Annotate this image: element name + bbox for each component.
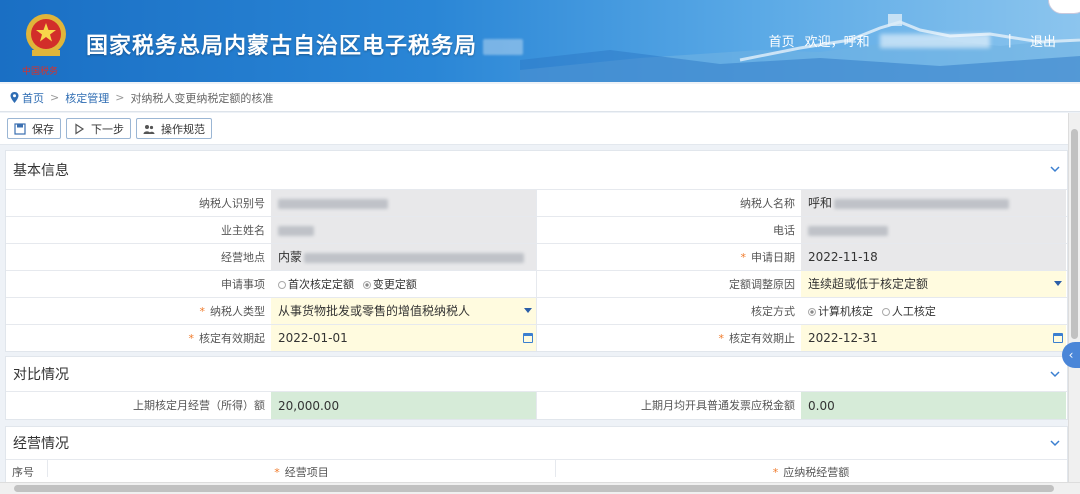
operation-table-header: 序号 * 经营项目 * 应纳税经营额 bbox=[6, 459, 1067, 477]
adjust-reason-select[interactable]: 连续超或低于核定定额 bbox=[801, 271, 1066, 297]
breadcrumb-level1[interactable]: 核定管理 bbox=[65, 90, 109, 106]
users-icon bbox=[143, 124, 155, 134]
basic-info-section: 基本信息 纳税人识别号 纳税人名称 呼和 业主姓名 电话 经营地点 内蒙 * 申请… bbox=[5, 150, 1068, 352]
taxpayer-id-field bbox=[271, 190, 536, 216]
valid-to-label: * 核定有效期止 bbox=[536, 325, 801, 351]
redacted-value bbox=[278, 225, 314, 236]
save-label: 保存 bbox=[32, 122, 54, 136]
prev-amount-field: 20,000.00 bbox=[271, 392, 536, 419]
redacted-value bbox=[278, 198, 388, 209]
computer-method-radio[interactable]: 计算机核定 bbox=[808, 298, 873, 324]
tax-emblem-icon bbox=[26, 14, 66, 56]
next-step-label: 下一步 bbox=[91, 122, 124, 136]
invoice-amount-label: 上期月均开具普通发票应税金额 bbox=[536, 392, 801, 419]
save-button[interactable]: 保存 bbox=[7, 118, 61, 139]
first-quota-radio[interactable]: 首次核定定额 bbox=[278, 271, 354, 297]
method-label: 核定方式 bbox=[536, 298, 801, 324]
form-row: * 核定有效期起 2022-01-01 * 核定有效期止 2022-12-31 bbox=[6, 324, 1067, 351]
apply-date-label: * 申请日期 bbox=[536, 244, 801, 270]
valid-from-label: * 核定有效期起 bbox=[188, 332, 266, 345]
operation-guide-button[interactable]: 操作规范 bbox=[136, 118, 212, 139]
operation-guide-label: 操作规范 bbox=[161, 122, 205, 136]
manual-method-radio[interactable]: 人工核定 bbox=[881, 298, 936, 324]
form-row: 上期核定月经营（所得）额 20,000.00 上期月均开具普通发票应税金额 0.… bbox=[6, 391, 1067, 419]
owner-name-field bbox=[271, 217, 536, 243]
taxpayer-name-field: 呼和 bbox=[801, 190, 1066, 216]
compare-section: 对比情况 上期核定月经营（所得）额 20,000.00 上期月均开具普通发票应税… bbox=[5, 356, 1068, 420]
operation-title: 经营情况 bbox=[13, 436, 69, 452]
form-row: 申请事项 首次核定定额 变更定额 定额调整原因 连续超或低于核定定额 bbox=[6, 270, 1067, 297]
form-row: 业主姓名 电话 bbox=[6, 216, 1067, 243]
redacted-username bbox=[879, 33, 990, 48]
vertical-scrollbar[interactable] bbox=[1068, 113, 1080, 482]
basic-info-header[interactable]: 基本信息 bbox=[6, 151, 1067, 189]
basic-info-title: 基本信息 bbox=[13, 163, 69, 179]
horizontal-scrollbar[interactable] bbox=[0, 482, 1080, 494]
taxpayer-type-label: * 纳税人类型 bbox=[199, 305, 266, 318]
chevron-down-icon[interactable] bbox=[1049, 437, 1061, 449]
logout-link[interactable]: 退出 bbox=[1030, 31, 1056, 50]
method-radio-group: 计算机核定 人工核定 bbox=[801, 298, 1066, 324]
col-amount: * 应纳税经营额 bbox=[772, 466, 850, 477]
redacted-value bbox=[808, 225, 888, 236]
dropdown-caret-icon bbox=[1054, 281, 1062, 286]
site-title: 国家税务总局内蒙古自治区电子税务局 bbox=[86, 28, 524, 60]
address-label: 经营地点 bbox=[221, 251, 265, 264]
site-header: 中国税务 国家税务总局内蒙古自治区电子税务局 首页 欢迎，呼和 | 退出 bbox=[0, 0, 1080, 82]
phone-field bbox=[801, 217, 1066, 243]
nav-divider: | bbox=[1007, 33, 1012, 48]
top-nav: 首页 欢迎，呼和 | 退出 bbox=[769, 31, 1056, 50]
breadcrumb: 首页 > 核定管理 > 对纳税人变更纳税定额的核准 bbox=[0, 84, 1080, 112]
valid-from-date-input[interactable]: 2022-01-01 bbox=[271, 325, 536, 351]
brand-signature: 中国税务 bbox=[22, 67, 59, 77]
location-pin-icon bbox=[10, 92, 19, 103]
col-item: * 经营项目 bbox=[48, 460, 556, 477]
phone-label: 电话 bbox=[536, 217, 801, 243]
change-quota-radio[interactable]: 变更定额 bbox=[362, 271, 417, 297]
address-field: 内蒙 bbox=[271, 244, 536, 270]
toolbar: 保存 下一步 操作规范 bbox=[0, 113, 1080, 145]
breadcrumb-home[interactable]: 首页 bbox=[22, 90, 44, 106]
form-row: 经营地点 内蒙 * 申请日期 2022-11-18 bbox=[6, 243, 1067, 270]
compare-header[interactable]: 对比情况 bbox=[6, 357, 1067, 391]
adjust-reason-label: 定额调整原因 bbox=[536, 271, 801, 297]
redacted-value bbox=[834, 198, 1010, 209]
taxpayer-id-label: 纳税人识别号 bbox=[199, 197, 265, 210]
taxpayer-type-select[interactable]: 从事货物批发或零售的增值税纳税人 bbox=[271, 298, 536, 324]
col-seq: 序号 bbox=[6, 460, 48, 477]
apply-item-radio-group: 首次核定定额 变更定额 bbox=[271, 271, 536, 297]
calendar-icon[interactable] bbox=[523, 333, 533, 343]
breadcrumb-separator: > bbox=[115, 91, 125, 104]
scroll-thumb[interactable] bbox=[14, 485, 1054, 492]
redacted-tag bbox=[483, 39, 524, 55]
invoice-amount-field: 0.00 bbox=[801, 392, 1066, 419]
next-step-button[interactable]: 下一步 bbox=[66, 118, 131, 139]
save-icon bbox=[14, 122, 26, 135]
redacted-value bbox=[304, 252, 525, 263]
main-content: 基本信息 纳税人识别号 纳税人名称 呼和 业主姓名 电话 经营地点 内蒙 * 申请… bbox=[0, 146, 1068, 482]
scroll-thumb[interactable] bbox=[1071, 129, 1078, 339]
chevron-down-icon[interactable] bbox=[1049, 368, 1061, 380]
operation-section: 经营情况 序号 * 经营项目 * 应纳税经营额 bbox=[5, 426, 1068, 482]
apply-date-field: 2022-11-18 bbox=[801, 244, 1066, 270]
welcome-text: 欢迎，呼和 bbox=[804, 35, 870, 50]
compare-title: 对比情况 bbox=[13, 367, 69, 383]
operation-header[interactable]: 经营情况 bbox=[6, 427, 1067, 459]
prev-amount-label: 上期核定月经营（所得）额 bbox=[133, 399, 265, 412]
nav-home-link[interactable]: 首页 bbox=[769, 31, 795, 50]
owner-name-label: 业主姓名 bbox=[221, 224, 265, 237]
form-row: 纳税人识别号 纳税人名称 呼和 bbox=[6, 189, 1067, 216]
chevron-left-icon: ‹ bbox=[1068, 348, 1074, 362]
apply-item-label: 申请事项 bbox=[221, 278, 265, 291]
taxpayer-name-label: 纳税人名称 bbox=[536, 190, 801, 216]
calendar-icon[interactable] bbox=[1053, 333, 1063, 343]
play-icon bbox=[75, 122, 85, 135]
chevron-down-icon[interactable] bbox=[1049, 163, 1061, 175]
breadcrumb-separator: > bbox=[50, 91, 60, 104]
form-row: * 纳税人类型 从事货物批发或零售的增值税纳税人 核定方式 计算机核定 人工核定 bbox=[6, 297, 1067, 324]
valid-to-date-input[interactable]: 2022-12-31 bbox=[801, 325, 1066, 351]
dropdown-caret-icon bbox=[524, 308, 532, 313]
breadcrumb-current: 对纳税人变更纳税定额的核准 bbox=[130, 91, 274, 105]
